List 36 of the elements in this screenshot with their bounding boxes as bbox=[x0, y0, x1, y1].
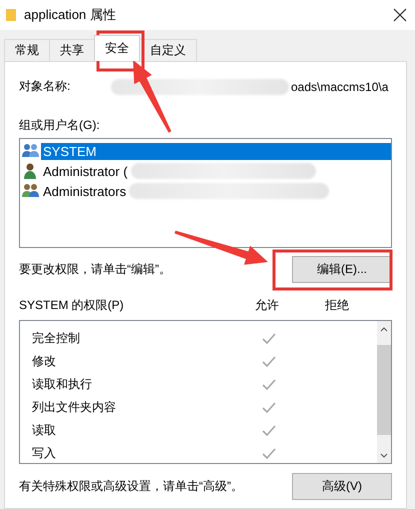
edit-button[interactable]: 编辑(E)... bbox=[292, 256, 392, 283]
permission-name: 读取和执行 bbox=[32, 376, 93, 393]
check-icon bbox=[262, 424, 276, 436]
field-label: 组或用户名(G): bbox=[19, 117, 101, 134]
scroll-up-icon[interactable] bbox=[380, 326, 388, 332]
check-icon bbox=[262, 332, 276, 344]
check-icon bbox=[262, 356, 276, 368]
check-icon bbox=[262, 448, 276, 460]
list-item[interactable]: Administrators bbox=[41, 182, 128, 200]
hint-text: 有关特殊权限或高级设置，请单击“高级”。 bbox=[19, 478, 243, 495]
list-item[interactable]: Administrator ( bbox=[41, 162, 130, 180]
permission-name: 写入 bbox=[32, 445, 57, 462]
scroll-down-icon[interactable] bbox=[380, 452, 388, 458]
tab[interactable]: 安全 bbox=[94, 35, 140, 61]
permission-name: 列出文件夹内容 bbox=[32, 399, 117, 416]
permission-name: 完全控制 bbox=[32, 330, 81, 347]
folder-icon bbox=[6, 8, 16, 22]
permission-name: 读取 bbox=[32, 422, 57, 439]
permissions-label: SYSTEM 的权限(P) bbox=[19, 297, 125, 314]
column-header: 拒绝 bbox=[325, 297, 350, 314]
users-icon bbox=[22, 143, 40, 159]
path-text: oads\maccms10\a bbox=[291, 80, 388, 94]
list-item[interactable]: SYSTEM bbox=[41, 142, 391, 160]
tab[interactable]: 自定义 bbox=[139, 39, 197, 61]
users-icon bbox=[22, 183, 40, 199]
field-label: 对象名称: bbox=[19, 78, 72, 95]
hint-text: 要更改权限，请单击“编辑”。 bbox=[19, 261, 171, 278]
advanced-button[interactable]: 高级(V) bbox=[292, 473, 392, 500]
permission-name: 修改 bbox=[32, 353, 57, 370]
check-icon bbox=[262, 378, 276, 390]
scroll-thumb[interactable] bbox=[377, 345, 391, 435]
check-icon bbox=[262, 402, 276, 414]
column-header: 允许 bbox=[255, 297, 280, 314]
tab[interactable]: 常规 bbox=[4, 39, 50, 61]
close-icon[interactable] bbox=[393, 8, 407, 22]
window-title: application 属性 bbox=[24, 6, 117, 24]
